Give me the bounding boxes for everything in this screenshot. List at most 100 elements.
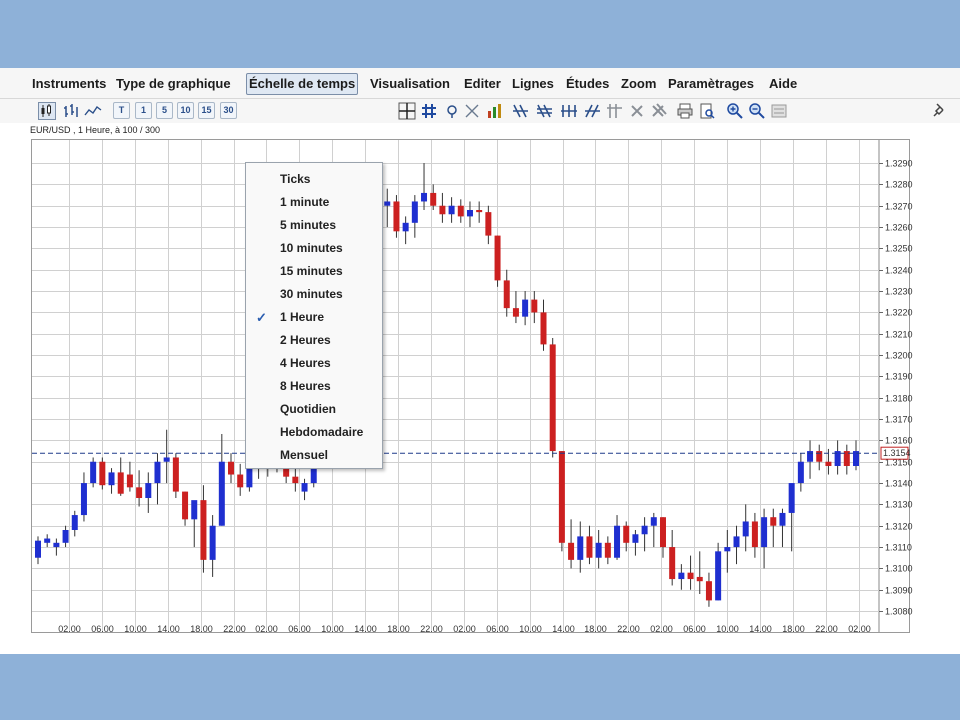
menu-view[interactable]: Visualisation <box>368 74 452 94</box>
y-tick-label: 1.3190 <box>885 372 913 382</box>
time-scale-option[interactable]: Ticks <box>246 168 382 191</box>
tool-2-icon[interactable] <box>536 102 554 120</box>
line-chart-icon[interactable] <box>84 102 102 120</box>
time-scale-option[interactable]: 1 minute <box>246 191 382 214</box>
y-tick-label: 1.3110 <box>885 543 912 553</box>
tool-4-icon[interactable] <box>584 102 602 120</box>
candle-body <box>687 572 694 580</box>
pin-icon[interactable] <box>932 102 948 118</box>
candle-body <box>761 517 768 548</box>
time-scale-option[interactable]: 5 minutes <box>246 214 382 237</box>
menu-chart-type[interactable]: Type de graphique <box>114 74 233 94</box>
menu-bar: Instruments Type de graphique Échelle de… <box>0 68 960 99</box>
time-scale-option-label: Quotidien <box>280 402 336 416</box>
x-tick-label: 18.00 <box>387 624 410 634</box>
y-tick-label: 1.3080 <box>885 607 913 617</box>
candle-body <box>549 344 556 452</box>
time-scale-dropdown: Ticks 1 minute 5 minutes 10 minutes 15 minut… <box>245 162 383 469</box>
candle-body <box>577 536 584 560</box>
zoom-reset-icon[interactable] <box>770 102 788 120</box>
menu-settings[interactable]: Paramètrages <box>666 74 756 94</box>
y-tick-label: 1.3090 <box>885 586 913 596</box>
y-tick-label: 1.3100 <box>885 564 913 574</box>
candle-body <box>825 461 832 466</box>
menu-time-scale[interactable]: Échelle de temps <box>246 73 359 95</box>
candle-body <box>466 210 473 217</box>
time-scale-option[interactable]: 8 Heures <box>246 375 382 398</box>
period-15-button[interactable]: 15 <box>198 102 215 119</box>
time-scale-option[interactable]: Hebdomadaire <box>246 421 382 444</box>
menu-studies[interactable]: Études <box>564 74 611 94</box>
delete-icon[interactable] <box>628 102 646 120</box>
time-scale-option[interactable]: 15 minutes <box>246 260 382 283</box>
x-tick-label: 02.00 <box>650 624 673 634</box>
x-tick-label: 02.00 <box>58 624 81 634</box>
menu-edit[interactable]: Editer <box>462 74 503 94</box>
tool-1-icon[interactable] <box>512 102 530 120</box>
candle-body <box>770 517 777 526</box>
candle-body <box>476 210 483 213</box>
x-tick-label: 14.00 <box>749 624 772 634</box>
delete-all-icon[interactable] <box>650 102 668 120</box>
x-tick-label: 06.00 <box>288 624 311 634</box>
x-tick-label: 14.00 <box>157 624 180 634</box>
time-scale-option[interactable]: 2 Heures <box>246 329 382 352</box>
zoom-in-icon[interactable] <box>726 102 744 120</box>
candle-body <box>163 457 170 462</box>
period-30-button[interactable]: 30 <box>220 102 237 119</box>
candle-body <box>779 512 786 526</box>
period-10-button[interactable]: 10 <box>177 102 194 119</box>
tool-5-icon[interactable] <box>606 102 624 120</box>
x-tick-label: 18.00 <box>782 624 805 634</box>
y-tick-label: 1.3270 <box>885 202 913 212</box>
crosshair-icon[interactable] <box>398 102 416 120</box>
print-icon[interactable] <box>676 102 694 120</box>
zoom-out-icon[interactable] <box>748 102 766 120</box>
candle-body <box>393 201 400 232</box>
adjust-icon[interactable] <box>463 102 481 120</box>
hash-grid-icon[interactable] <box>420 102 438 120</box>
candlestick-chart-icon[interactable] <box>38 102 56 120</box>
menu-zoom[interactable]: Zoom <box>619 74 658 94</box>
candle-body <box>53 542 60 548</box>
time-scale-option[interactable]: Mensuel <box>246 444 382 467</box>
bottom-background-band <box>0 654 960 720</box>
y-tick-label: 1.3210 <box>885 330 913 340</box>
time-scale-option[interactable]: ✓ 1 Heure <box>246 306 382 329</box>
period-5-button[interactable]: 5 <box>156 102 173 119</box>
x-tick-label: 22.00 <box>815 624 838 634</box>
candle-body <box>531 299 538 313</box>
candle-body <box>292 476 299 484</box>
candle-body <box>733 536 740 548</box>
indicator-icon[interactable] <box>443 102 461 120</box>
menu-help[interactable]: Aide <box>767 74 799 94</box>
candle-body <box>494 235 501 281</box>
candle-body <box>209 525 216 560</box>
x-tick-label: 10.00 <box>124 624 147 634</box>
candle-body <box>788 483 795 513</box>
candle-body <box>35 540 41 558</box>
y-tick-label: 1.3290 <box>885 159 913 169</box>
candle-body <box>742 521 749 537</box>
time-scale-option[interactable]: Quotidien <box>246 398 382 421</box>
tool-3-icon[interactable] <box>560 102 578 120</box>
bar-chart-icon[interactable] <box>62 102 80 120</box>
time-scale-option[interactable]: 4 Heures <box>246 352 382 375</box>
x-tick-label: 02.00 <box>255 624 278 634</box>
candle-body <box>228 461 235 475</box>
period-1-button[interactable]: 1 <box>135 102 152 119</box>
menu-instruments[interactable]: Instruments <box>30 74 108 94</box>
x-tick-label: 06.00 <box>91 624 114 634</box>
time-scale-option-label: 1 minute <box>280 195 330 209</box>
menu-lines[interactable]: Lignes <box>510 74 556 94</box>
candlestick-chart-svg[interactable]: 1.3080 1.3090 1.3100 1.3110 1.3120 1.3130 1.31… <box>32 140 913 646</box>
time-scale-option[interactable]: 30 minutes <box>246 283 382 306</box>
time-scale-option-label: Ticks <box>280 172 311 186</box>
print-preview-icon[interactable] <box>698 102 716 120</box>
time-scale-option[interactable]: 10 minutes <box>246 237 382 260</box>
x-tick-label: 06.00 <box>486 624 509 634</box>
period-tick-button[interactable]: T <box>113 102 130 119</box>
volume-bars-icon[interactable] <box>486 102 504 120</box>
candle-body <box>154 461 161 484</box>
price-chart[interactable]: 1.3080 1.3090 1.3100 1.3110 1.3120 1.3130 1.31… <box>31 139 913 634</box>
